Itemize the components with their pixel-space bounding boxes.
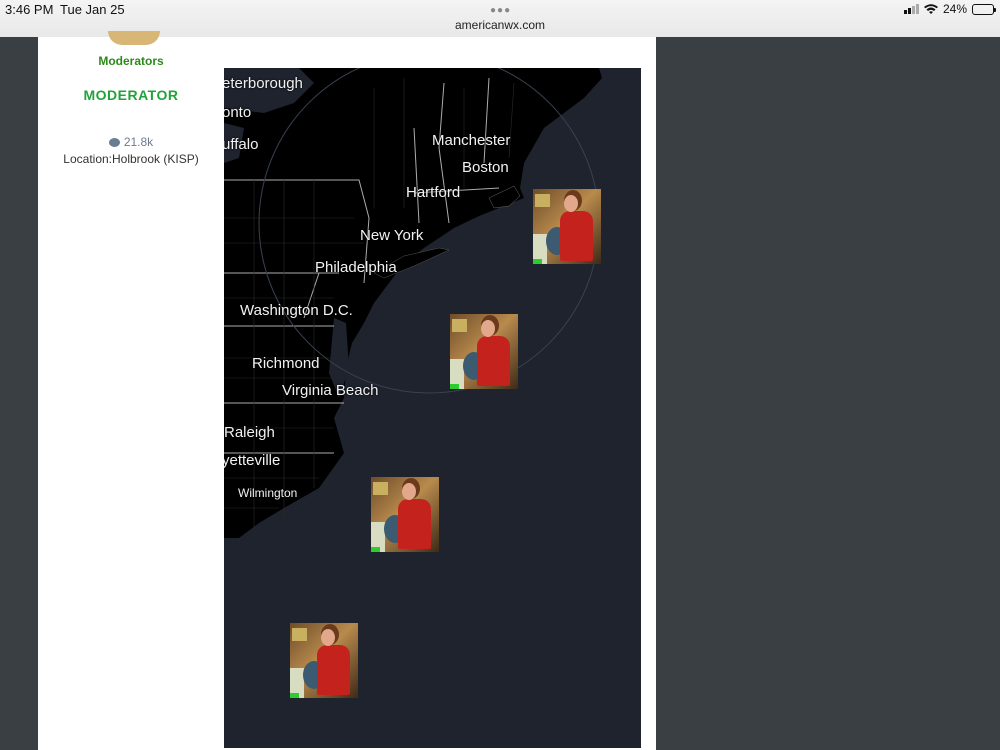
city-label: Boston — [462, 159, 509, 176]
user-group: Moderators — [98, 54, 164, 68]
city-label: New York — [360, 227, 424, 244]
forum-post: Moderators MODERATOR 21.8k Location:Holb… — [38, 31, 656, 750]
city-label: Virginia Beach — [282, 382, 379, 399]
wifi-icon — [923, 3, 938, 14]
post-count[interactable]: 21.8k — [38, 135, 224, 149]
map-graphic — [224, 68, 641, 748]
map-marker[interactable] — [450, 314, 518, 389]
city-label: eterborough — [224, 75, 303, 92]
city-label: Washington D.C. — [240, 302, 353, 319]
city-label: onto — [224, 104, 252, 121]
rank-badge: MODERATOR — [83, 87, 179, 103]
post-map-image[interactable]: eterborough onto uffalo Manchester Bosto… — [224, 68, 641, 748]
status-time: 3:46 PM — [5, 2, 54, 17]
battery-percent: 24% — [942, 2, 967, 16]
map-marker[interactable] — [533, 189, 601, 264]
city-label: Wilmington — [238, 486, 298, 500]
location-label: Location: — [63, 152, 112, 166]
user-location: Location:Holbrook (KISP) — [38, 152, 224, 166]
city-label: Raleigh — [224, 424, 275, 441]
avatar[interactable] — [108, 31, 160, 45]
city-label: Richmond — [252, 355, 320, 372]
signal-icon — [903, 4, 919, 14]
status-date: Tue Jan 25 — [60, 2, 125, 17]
status-indicators: 24% — [903, 2, 996, 16]
post-count-value: 21.8k — [123, 135, 154, 149]
battery-icon — [972, 3, 996, 15]
city-label: Philadelphia — [315, 259, 397, 276]
address-url[interactable]: americanwx.com — [0, 18, 1000, 32]
location-value: Holbrook (KISP) — [112, 152, 199, 166]
comment-icon — [108, 138, 120, 147]
city-label: yetteville — [224, 452, 281, 469]
map-marker[interactable] — [371, 477, 439, 552]
city-label: Hartford — [406, 184, 461, 201]
city-label: Manchester — [432, 132, 511, 149]
more-dots-icon[interactable]: ●●● — [490, 5, 511, 16]
city-label: uffalo — [224, 136, 259, 153]
map-marker[interactable] — [290, 623, 358, 698]
